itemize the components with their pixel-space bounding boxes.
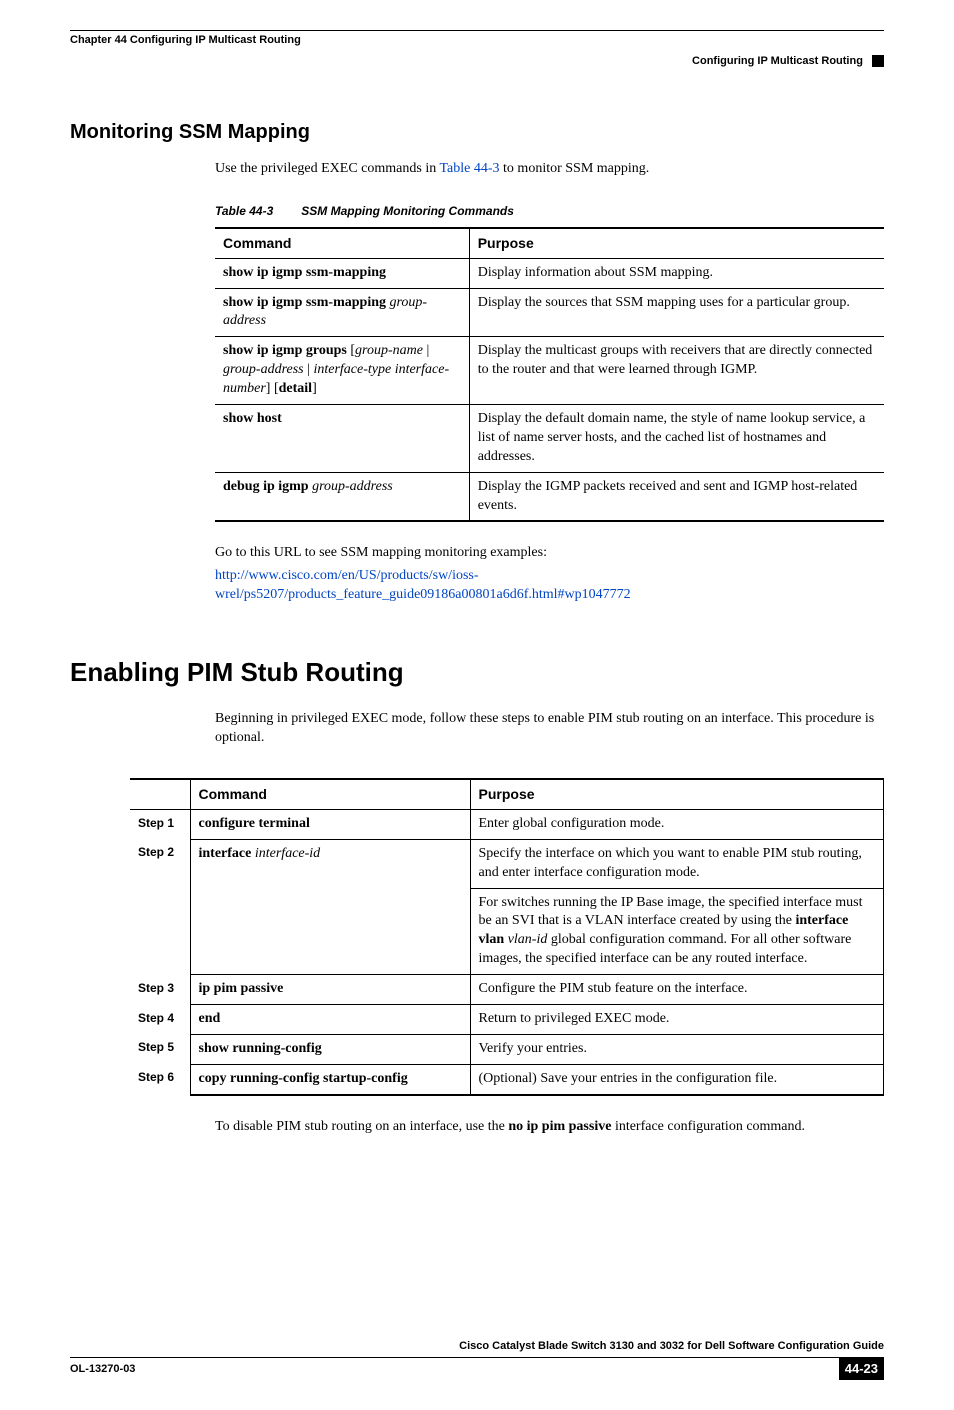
- footer-guide: Cisco Catalyst Blade Switch 3130 and 303…: [70, 1337, 884, 1354]
- step-cmd: show running-config: [190, 1034, 470, 1064]
- ssm-table: Command Purpose show ip igmp ssm-mapping…: [215, 227, 884, 523]
- table-row: show ip igmp ssm-mappingDisplay informat…: [215, 258, 884, 288]
- step-purpose: Enter global configuration mode.: [470, 809, 884, 839]
- pim-outro: To disable PIM stub routing on an interf…: [215, 1118, 884, 1137]
- ssm-url-link[interactable]: http://www.cisco.com/en/US/products/sw/i…: [215, 568, 631, 602]
- steps-table: Command Purpose Step 1configure terminal…: [130, 778, 884, 1096]
- table-row: debug ip igmp group-addressDisplay the I…: [215, 472, 884, 521]
- cmd-cell: show ip igmp groups [group-name | group-…: [215, 337, 469, 405]
- step-purpose: For switches running the IP Base image, …: [470, 888, 884, 975]
- subheader-right: Configuring IP Multicast Routing: [70, 54, 884, 69]
- ssm-intro: Use the privileged EXEC commands in Tabl…: [215, 160, 884, 605]
- step-cmd: copy running-config startup-config: [190, 1064, 470, 1094]
- purpose-cell: Display information about SSM mapping.: [469, 258, 884, 288]
- table-row: show hostDisplay the default domain name…: [215, 405, 884, 473]
- table-link[interactable]: Table 44-3: [439, 161, 499, 176]
- step-label: Step 5: [130, 1034, 190, 1064]
- ssm-heading: Monitoring SSM Mapping: [70, 119, 884, 146]
- cmd-cell: show ip igmp ssm-mapping group-address: [215, 288, 469, 337]
- step-purpose: Configure the PIM stub feature on the in…: [470, 975, 884, 1005]
- step-cmd: end: [190, 1005, 470, 1035]
- pim-intro: Beginning in privileged EXEC mode, follo…: [215, 710, 884, 748]
- purpose-cell: Display the sources that SSM mapping use…: [469, 288, 884, 337]
- top-rule: [70, 30, 884, 31]
- table-caption: Table 44-3SSM Mapping Monitoring Command…: [215, 203, 884, 219]
- header-row: Chapter 44 Configuring IP Multicast Rout…: [70, 33, 884, 48]
- step-label: Step 1: [130, 809, 190, 839]
- chapter-label: Chapter 44 Configuring IP Multicast Rout…: [70, 33, 301, 48]
- th-command: Command: [215, 228, 469, 258]
- pim-heading: Enabling PIM Stub Routing: [70, 655, 884, 690]
- step-purpose: Verify your entries.: [470, 1034, 884, 1064]
- step-row: Step 5show running-configVerify your ent…: [130, 1034, 884, 1064]
- footer: Cisco Catalyst Blade Switch 3130 and 303…: [70, 1337, 884, 1380]
- th-purpose: Purpose: [469, 228, 884, 258]
- cmd-cell: show host: [215, 405, 469, 473]
- cmd-cell: debug ip igmp group-address: [215, 472, 469, 521]
- step-purpose: Return to privileged EXEC mode.: [470, 1005, 884, 1035]
- step-row: Step 3ip pim passiveConfigure the PIM st…: [130, 975, 884, 1005]
- purpose-cell: Display the IGMP packets received and se…: [469, 472, 884, 521]
- step-cmd: configure terminal: [190, 809, 470, 839]
- step-purpose: Specify the interface on which you want …: [470, 839, 884, 888]
- step-cmd: interface interface-id: [190, 839, 470, 974]
- th-steps-purpose: Purpose: [470, 779, 884, 809]
- table-row: show ip igmp groups [group-name | group-…: [215, 337, 884, 405]
- step-row: Step 2interface interface-idSpecify the …: [130, 839, 884, 888]
- step-label: Step 3: [130, 975, 190, 1005]
- step-label: Step 4: [130, 1005, 190, 1035]
- purpose-cell: Display the default domain name, the sty…: [469, 405, 884, 473]
- cmd-cell: show ip igmp ssm-mapping: [215, 258, 469, 288]
- step-cmd: ip pim passive: [190, 975, 470, 1005]
- step-label: Step 2: [130, 839, 190, 974]
- th-blank: [130, 779, 190, 809]
- step-label: Step 6: [130, 1064, 190, 1094]
- ssm-url-lead: Go to this URL to see SSM mapping monito…: [215, 544, 884, 563]
- th-steps-command: Command: [190, 779, 470, 809]
- step-row: Step 6copy running-config startup-config…: [130, 1064, 884, 1094]
- step-row: Step 1configure terminalEnter global con…: [130, 809, 884, 839]
- footer-docid: OL-13270-03: [70, 1362, 135, 1377]
- step-purpose: (Optional) Save your entries in the conf…: [470, 1064, 884, 1094]
- purpose-cell: Display the multicast groups with receiv…: [469, 337, 884, 405]
- table-row: show ip igmp ssm-mapping group-addressDi…: [215, 288, 884, 337]
- step-row: Step 4endReturn to privileged EXEC mode.: [130, 1005, 884, 1035]
- page-number: 44-23: [839, 1358, 884, 1380]
